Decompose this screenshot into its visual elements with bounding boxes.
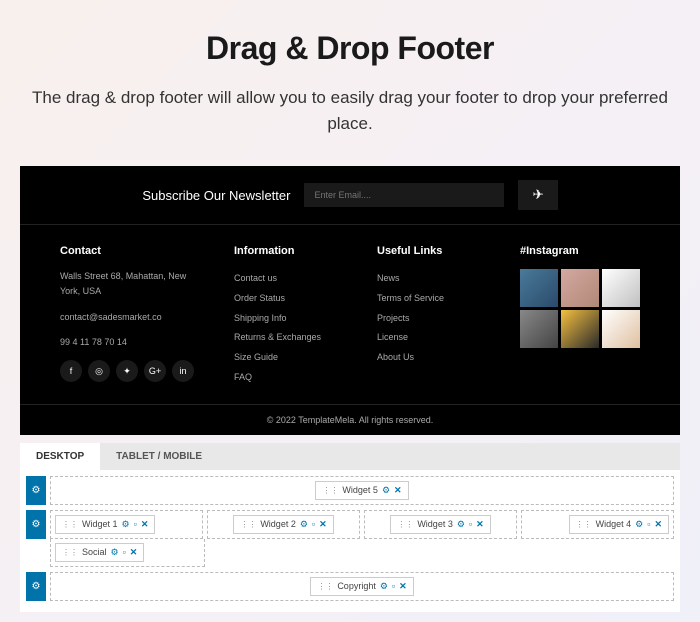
footer-col-contact: Contact Walls Street 68, Mahattan, New Y… [60, 245, 194, 388]
instagram-icon[interactable]: ◎ [88, 360, 110, 382]
copyright-text: © 2022 TemplateMela. All rights reserved… [20, 404, 680, 435]
builder-row: ⋮⋮Social⚙▫✕ [26, 539, 674, 567]
page-title: Drag & Drop Footer [20, 30, 680, 67]
copy-icon[interactable]: ▫ [134, 519, 137, 529]
gear-icon[interactable]: ⚙ [635, 519, 643, 530]
useful-link[interactable]: Projects [377, 309, 480, 329]
widget-block[interactable]: ⋮⋮Copyright⚙▫✕ [310, 577, 413, 596]
footer-col-information: Information Contact us Order Status Ship… [234, 245, 337, 388]
gear-icon[interactable]: ⚙ [111, 547, 119, 558]
contact-title: Contact [60, 245, 194, 257]
info-link[interactable]: Size Guide [234, 348, 337, 368]
copy-icon[interactable]: ▫ [123, 547, 126, 557]
copy-icon[interactable]: ▫ [647, 519, 650, 529]
widget-block[interactable]: ⋮⋮Widget 5⚙✕ [315, 481, 408, 500]
widget-block[interactable]: ⋮⋮Social⚙▫✕ [55, 543, 144, 562]
newsletter-submit[interactable]: ✈ [518, 180, 557, 210]
gear-icon[interactable]: ⚙ [457, 519, 465, 530]
drag-icon: ⋮⋮ [240, 520, 256, 529]
footer-preview: Subscribe Our Newsletter ✈ Contact Walls… [20, 166, 680, 435]
close-icon[interactable]: ✕ [399, 581, 407, 592]
widget-block[interactable]: ⋮⋮Widget 4⚙▫✕ [569, 515, 669, 534]
drag-icon: ⋮⋮ [317, 582, 333, 591]
footer-builder: DESKTOP TABLET / MOBILE ⚙ ⋮⋮Widget 5⚙✕ ⚙… [20, 443, 680, 612]
close-icon[interactable]: ✕ [476, 519, 484, 530]
contact-address: Walls Street 68, Mahattan, New York, USA [60, 269, 194, 300]
builder-cell[interactable]: ⋮⋮Copyright⚙▫✕ [50, 572, 674, 601]
instagram-thumb[interactable] [520, 269, 558, 307]
gear-icon[interactable]: ⚙ [300, 519, 308, 530]
builder-row: ⚙ ⋮⋮Widget 1⚙▫✕ ⋮⋮Widget 2⚙▫✕ ⋮⋮Widget 3… [26, 510, 674, 539]
info-link[interactable]: FAQ [234, 368, 337, 388]
builder-cell[interactable]: ⋮⋮Widget 5⚙✕ [50, 476, 674, 505]
device-tabs: DESKTOP TABLET / MOBILE [20, 443, 680, 470]
google-plus-icon[interactable]: G+ [144, 360, 166, 382]
close-icon[interactable]: ✕ [394, 485, 402, 496]
builder-row: ⚙ ⋮⋮Widget 5⚙✕ [26, 476, 674, 505]
builder-cell[interactable]: ⋮⋮Social⚙▫✕ [50, 539, 205, 567]
linkedin-icon[interactable]: in [172, 360, 194, 382]
gear-icon[interactable]: ⚙ [122, 519, 130, 530]
drag-icon: ⋮⋮ [62, 520, 78, 529]
row-settings-button[interactable]: ⚙ [26, 476, 46, 505]
info-link[interactable]: Order Status [234, 289, 337, 309]
useful-link[interactable]: News [377, 269, 480, 289]
footer-col-instagram: #Instagram [520, 245, 640, 388]
instagram-thumb[interactable] [602, 269, 640, 307]
facebook-icon[interactable]: f [60, 360, 82, 382]
widget-block[interactable]: ⋮⋮Widget 1⚙▫✕ [55, 515, 155, 534]
close-icon[interactable]: ✕ [319, 519, 327, 530]
builder-cell[interactable]: ⋮⋮Widget 4⚙▫✕ [521, 510, 674, 539]
drag-icon: ⋮⋮ [322, 486, 338, 495]
close-icon[interactable]: ✕ [654, 519, 662, 530]
row-settings-button[interactable]: ⚙ [26, 572, 46, 601]
gear-icon: ⚙ [32, 581, 41, 592]
useful-title: Useful Links [377, 245, 480, 257]
info-link[interactable]: Shipping Info [234, 309, 337, 329]
drag-icon: ⋮⋮ [397, 520, 413, 529]
tab-tablet-mobile[interactable]: TABLET / MOBILE [100, 443, 218, 470]
gear-icon: ⚙ [32, 485, 41, 496]
useful-link[interactable]: Terms of Service [377, 289, 480, 309]
row-settings-button[interactable]: ⚙ [26, 510, 46, 539]
widget-block[interactable]: ⋮⋮Widget 3⚙▫✕ [390, 515, 490, 534]
builder-cell[interactable]: ⋮⋮Widget 3⚙▫✕ [364, 510, 517, 539]
gear-icon[interactable]: ⚙ [380, 581, 388, 592]
newsletter-title: Subscribe Our Newsletter [142, 188, 290, 203]
tab-desktop[interactable]: DESKTOP [20, 443, 100, 470]
info-link[interactable]: Returns & Exchanges [234, 328, 337, 348]
contact-email: contact@sadesmarket.co [60, 310, 194, 325]
builder-cell[interactable]: ⋮⋮Widget 2⚙▫✕ [207, 510, 360, 539]
drag-icon: ⋮⋮ [62, 548, 78, 557]
widget-block[interactable]: ⋮⋮Widget 2⚙▫✕ [233, 515, 333, 534]
instagram-thumb[interactable] [602, 310, 640, 348]
copy-icon[interactable]: ▫ [392, 581, 395, 591]
copy-icon[interactable]: ▫ [469, 519, 472, 529]
copy-icon[interactable]: ▫ [312, 519, 315, 529]
instagram-thumb[interactable] [561, 310, 599, 348]
newsletter-bar: Subscribe Our Newsletter ✈ [20, 166, 680, 225]
info-title: Information [234, 245, 337, 257]
send-icon: ✈ [532, 187, 543, 202]
useful-link[interactable]: About Us [377, 348, 480, 368]
twitter-icon[interactable]: ✦ [116, 360, 138, 382]
instagram-title: #Instagram [520, 245, 640, 257]
newsletter-input[interactable] [304, 183, 504, 207]
instagram-thumb[interactable] [520, 310, 558, 348]
gear-icon[interactable]: ⚙ [382, 485, 390, 496]
builder-cell[interactable]: ⋮⋮Widget 1⚙▫✕ [50, 510, 203, 539]
close-icon[interactable]: ✕ [130, 547, 138, 558]
instagram-thumb[interactable] [561, 269, 599, 307]
contact-phone: 99 4 11 78 70 14 [60, 335, 194, 350]
close-icon[interactable]: ✕ [141, 519, 149, 530]
info-link[interactable]: Contact us [234, 269, 337, 289]
footer-col-useful: Useful Links News Terms of Service Proje… [377, 245, 480, 388]
gear-icon: ⚙ [32, 519, 41, 530]
useful-link[interactable]: License [377, 328, 480, 348]
builder-row: ⚙ ⋮⋮Copyright⚙▫✕ [26, 572, 674, 601]
drag-icon: ⋮⋮ [576, 520, 592, 529]
page-subtitle: The drag & drop footer will allow you to… [20, 85, 680, 136]
